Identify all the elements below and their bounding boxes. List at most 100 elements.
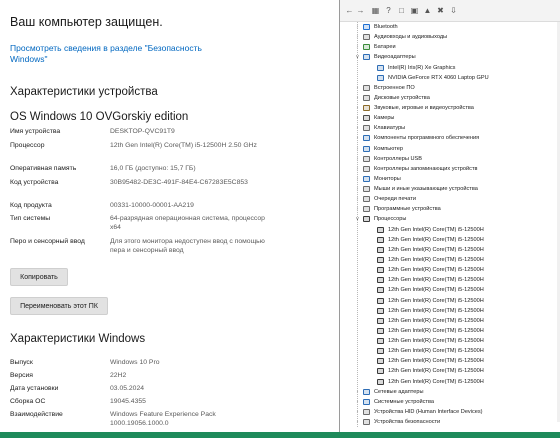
tree-guide-line bbox=[357, 22, 358, 428]
device-icon bbox=[377, 64, 384, 71]
spec-label: Дата установки bbox=[10, 385, 59, 392]
device-label: 12th Gen Intel(R) Core(TM) i5-12500H bbox=[388, 378, 484, 385]
device-label: Мыши и иные указывающие устройства bbox=[374, 186, 478, 193]
device-label: 12th Gen Intel(R) Core(TM) i5-12500H bbox=[388, 236, 484, 243]
device-icon bbox=[363, 34, 370, 41]
device-icon bbox=[363, 419, 370, 426]
device-label: Устройства HID (Human Interface Devices) bbox=[374, 408, 483, 415]
device-label: Звуковые, игровые и видеоустройства bbox=[374, 105, 474, 112]
device-icon bbox=[377, 287, 384, 294]
device-icon bbox=[363, 408, 370, 415]
about-panel: Ваш компьютер защищен. Просмотреть сведе… bbox=[0, 0, 338, 438]
copy-button[interactable]: Копировать bbox=[10, 268, 68, 286]
device-label: 12th Gen Intel(R) Core(TM) i5-12500H bbox=[388, 307, 484, 314]
device-label: Сетевые адаптеры bbox=[374, 388, 424, 395]
back-arrow-icon[interactable]: ← bbox=[344, 5, 355, 16]
device-edition-name: OS Windows 10 OVGorskiy edition bbox=[10, 111, 189, 123]
device-icon bbox=[363, 216, 370, 223]
device-label: 12th Gen Intel(R) Core(TM) i5-12500H bbox=[388, 226, 484, 233]
device-label: Intel(R) Iris(R) Xe Graphics bbox=[388, 64, 456, 71]
spec-value: 22H2 bbox=[110, 372, 127, 379]
spec-label: Процессор bbox=[10, 142, 45, 149]
device-icon bbox=[377, 317, 384, 324]
device-icon bbox=[363, 105, 370, 112]
rename-pc-button[interactable]: Переименовать этот ПК bbox=[10, 297, 108, 315]
device-icon bbox=[363, 206, 370, 213]
protection-status: Ваш компьютер защищен. bbox=[10, 15, 163, 29]
device-icon bbox=[363, 44, 370, 51]
spec-value: DESKTOP-QVC91T9 bbox=[110, 128, 175, 135]
device-manager-window: ← → ▦ ? □ ▣ ▲ ✖ ⇩ › Bluetooth › Аудиовходы … bbox=[339, 0, 560, 438]
device-label: Видеоадаптеры bbox=[374, 54, 416, 61]
device-label: Компоненты программного обеспечения bbox=[374, 135, 480, 142]
device-icon bbox=[363, 54, 370, 61]
device-icon bbox=[377, 348, 384, 355]
device-icon bbox=[377, 236, 384, 243]
spec-label: Сборка ОС bbox=[10, 398, 46, 405]
forward-arrow-icon[interactable]: → bbox=[355, 5, 366, 16]
device-label: 12th Gen Intel(R) Core(TM) i5-12500H bbox=[388, 358, 484, 365]
device-label: NVIDIA GeForce RTX 4060 Laptop GPU bbox=[388, 74, 489, 81]
spec-label: Код устройства bbox=[10, 179, 59, 186]
spec-value: 30B95482-DE3C-491F-84E4-C67283E5C853 bbox=[110, 179, 248, 186]
device-label: 12th Gen Intel(R) Core(TM) i5-12500H bbox=[388, 287, 484, 294]
device-label: Компьютер bbox=[374, 145, 403, 152]
spec-label: Версия bbox=[10, 372, 33, 379]
uninstall-icon[interactable]: ✖ bbox=[435, 5, 446, 16]
device-icon bbox=[377, 226, 384, 233]
device-label: 12th Gen Intel(R) Core(TM) i5-12500H bbox=[388, 277, 484, 284]
device-icon bbox=[363, 94, 370, 101]
device-icon bbox=[363, 135, 370, 142]
scan-icon[interactable]: □ bbox=[396, 5, 407, 16]
device-label: 12th Gen Intel(R) Core(TM) i5-12500H bbox=[388, 317, 484, 324]
device-label: Аудиовходы и аудиовыходы bbox=[374, 34, 448, 41]
disable-icon[interactable]: ⇩ bbox=[448, 5, 459, 16]
spec-label: Перо и сенсорный ввод bbox=[10, 238, 85, 245]
device-label: 12th Gen Intel(R) Core(TM) i5-12500H bbox=[388, 327, 484, 334]
windows-specs-title: Характеристики Windows bbox=[10, 333, 146, 345]
monitor-icon[interactable]: ▣ bbox=[409, 5, 420, 16]
spec-value: Windows 10 Pro bbox=[110, 359, 160, 366]
help-icon[interactable]: ? bbox=[383, 5, 394, 16]
security-details-link[interactable]: Просмотреть сведения в разделе "Безопасн… bbox=[10, 43, 210, 65]
device-label: 12th Gen Intel(R) Core(TM) i5-12500H bbox=[388, 348, 484, 355]
device-label: Bluetooth bbox=[374, 24, 398, 30]
device-label: 12th Gen Intel(R) Core(TM) i5-12500H bbox=[388, 368, 484, 375]
device-icon bbox=[363, 115, 370, 122]
device-label: 12th Gen Intel(R) Core(TM) i5-12500H bbox=[388, 267, 484, 274]
device-icon bbox=[363, 398, 370, 405]
device-label: 12th Gen Intel(R) Core(TM) i5-12500H bbox=[388, 297, 484, 304]
device-label: Очереди печати bbox=[374, 196, 416, 203]
device-icon bbox=[363, 196, 370, 203]
device-label: Программные устройства bbox=[374, 206, 441, 213]
device-icon bbox=[377, 256, 384, 263]
spec-value: 19045.4355 bbox=[110, 398, 146, 405]
device-icon bbox=[363, 145, 370, 152]
properties-icon[interactable]: ▦ bbox=[370, 5, 381, 16]
spec-value: Для этого монитора недоступен ввод с пом… bbox=[110, 238, 265, 254]
device-label: Контроллеры USB bbox=[374, 155, 422, 162]
update-driver-icon[interactable]: ▲ bbox=[422, 5, 433, 16]
device-icon bbox=[377, 246, 384, 253]
device-icon bbox=[363, 186, 370, 193]
spec-value: 64-разрядная операционная система, проце… bbox=[110, 215, 265, 231]
spec-label: Тип системы bbox=[10, 215, 51, 222]
device-label: 12th Gen Intel(R) Core(TM) i5-12500H bbox=[388, 338, 484, 345]
device-icon bbox=[377, 338, 384, 345]
device-icon bbox=[363, 84, 370, 91]
spec-value: 00331-10000-00001-AA219 bbox=[110, 202, 194, 209]
device-label: Камеры bbox=[374, 115, 395, 122]
device-icon bbox=[377, 267, 384, 274]
device-label: Встроенное ПО bbox=[374, 84, 415, 91]
device-icon bbox=[363, 388, 370, 395]
device-label: Процессоры bbox=[374, 216, 407, 223]
device-specs-title: Характеристики устройства bbox=[10, 86, 158, 98]
device-icon bbox=[377, 297, 384, 304]
spec-label: Взаимодействие bbox=[10, 411, 63, 418]
spec-value: 03.05.2024 bbox=[110, 385, 145, 392]
device-icon bbox=[377, 368, 384, 375]
device-icon bbox=[363, 125, 370, 132]
device-label: 12th Gen Intel(R) Core(TM) i5-12500H bbox=[388, 256, 484, 263]
device-icon bbox=[377, 378, 384, 385]
device-icon bbox=[377, 307, 384, 314]
